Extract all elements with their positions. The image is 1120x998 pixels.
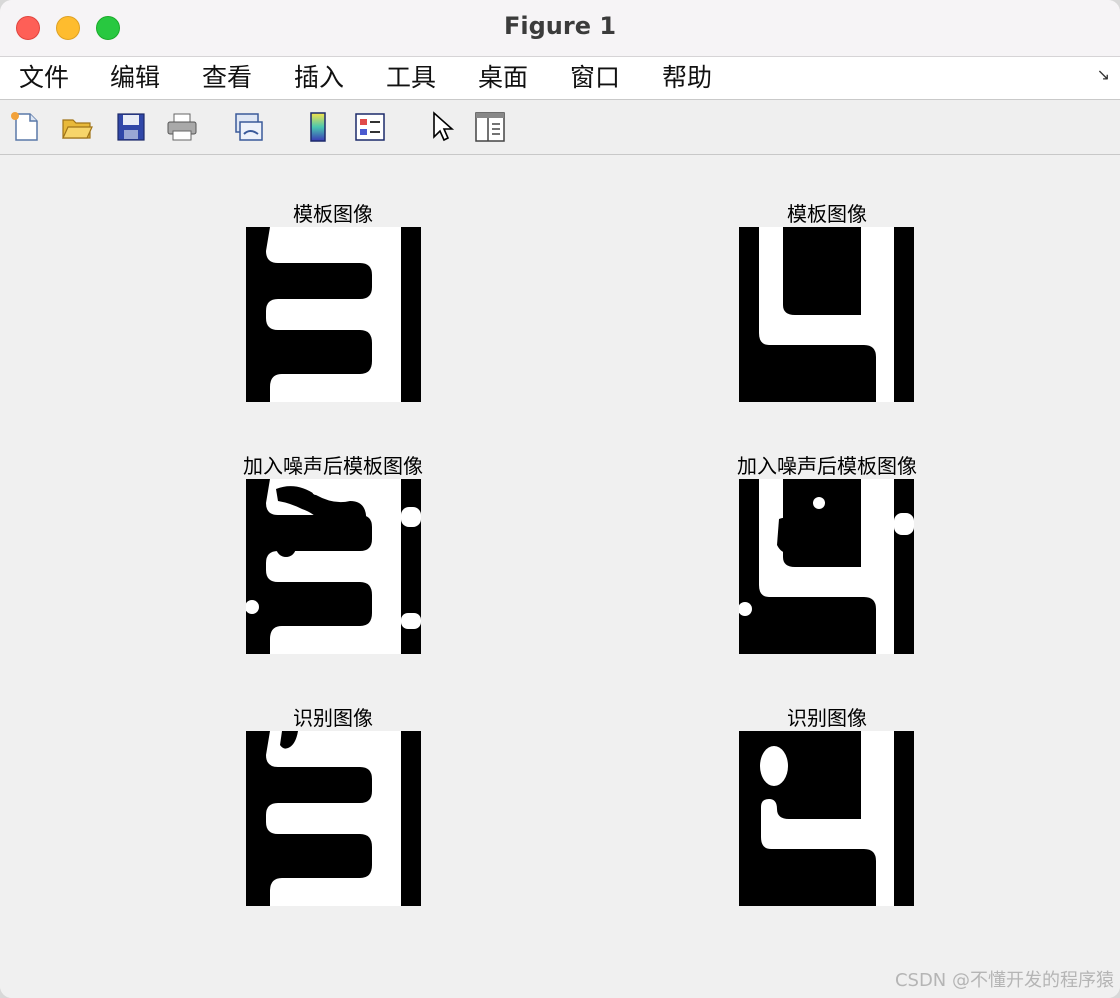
menu-dock-icon[interactable]: ↘ <box>1097 65 1110 84</box>
link-plot-icon[interactable] <box>232 110 266 144</box>
menu-tools[interactable]: 工具 <box>386 59 436 97</box>
subplot-title-template-1: 模板图像 <box>293 202 373 226</box>
subplot-title-noisy-1: 加入噪声后模板图像 <box>243 454 423 478</box>
menu-desktop[interactable]: 桌面 <box>478 59 528 97</box>
title-bar[interactable]: Figure 1 <box>0 0 1120 57</box>
pointer-icon[interactable] <box>425 110 459 144</box>
subplot-title-recog-2: 识别图像 <box>787 706 867 730</box>
print-icon[interactable] <box>165 110 199 144</box>
menu-insert[interactable]: 插入 <box>294 59 344 97</box>
menu-edit[interactable]: 编辑 <box>110 59 160 97</box>
noisy-image-3 <box>246 479 421 654</box>
window-title: Figure 1 <box>503 12 617 40</box>
property-inspector-icon[interactable] <box>473 110 507 144</box>
noisy-image-4 <box>739 479 914 654</box>
template-image-3 <box>246 227 421 402</box>
menu-view[interactable]: 查看 <box>202 59 252 97</box>
recognized-image-4 <box>739 731 914 906</box>
template-image-4 <box>739 227 914 402</box>
new-figure-icon[interactable] <box>9 110 43 144</box>
menu-window[interactable]: 窗口 <box>570 59 620 97</box>
menu-bar: 文件 编辑 查看 插入 工具 桌面 窗口 帮助 ↘ <box>0 57 1120 100</box>
open-file-icon[interactable] <box>60 110 94 144</box>
subplot-title-noisy-2: 加入噪声后模板图像 <box>737 454 917 478</box>
subplot-title-recog-1: 识别图像 <box>293 706 373 730</box>
legend-icon[interactable] <box>353 110 387 144</box>
colorbar-icon[interactable] <box>302 110 336 144</box>
save-icon[interactable] <box>114 110 148 144</box>
menu-help[interactable]: 帮助 <box>662 59 712 97</box>
recognized-image-3 <box>246 731 421 906</box>
csdn-watermark: CSDN @不懂开发的程序猿 <box>894 970 1114 991</box>
figure-window: Figure 1 文件 编辑 查看 插入 工具 桌面 窗口 帮助 ↘ 模板图像 … <box>0 0 1120 998</box>
plot-area: 模板图像 模板图像 加入噪声后模板图像 加入噪声后模板图像 识别图像 识别图像 … <box>0 155 1120 998</box>
subplot-title-template-2: 模板图像 <box>787 202 867 226</box>
menu-file[interactable]: 文件 <box>19 59 69 97</box>
figure-toolbar <box>0 100 1120 155</box>
